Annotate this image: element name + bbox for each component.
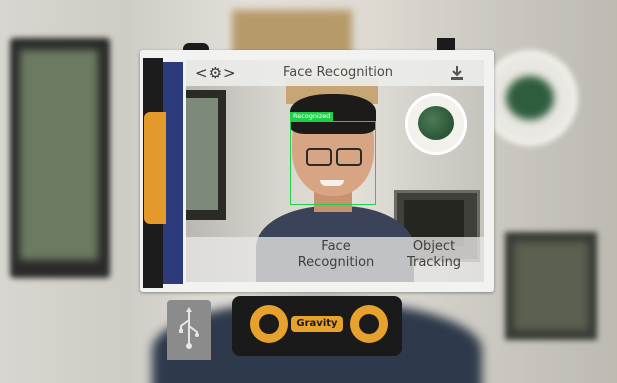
feed-plant <box>418 106 454 140</box>
title-bar: < ⚙ > Face Recognition <box>186 60 484 86</box>
feed-picture <box>186 98 218 210</box>
mode-label-line: Recognition <box>297 255 375 270</box>
background-chalkboard <box>514 242 588 330</box>
usb-icon <box>179 307 199 349</box>
device-side-panel <box>163 62 183 284</box>
mode-face-recognition[interactable]: Face Recognition <box>290 239 382 271</box>
mode-bar: Face Recognition Object Tracking <box>186 237 484 282</box>
background-picture <box>20 50 98 260</box>
mode-label-line: Tracking <box>406 255 462 270</box>
page-title: Face Recognition <box>282 65 394 80</box>
face-detection-box <box>290 121 376 205</box>
mounting-knob <box>350 305 388 343</box>
mounting-knob <box>250 305 288 343</box>
device-orange-tab <box>144 112 166 224</box>
brand-badge: Gravity <box>291 316 343 332</box>
background-plant <box>506 76 554 120</box>
nav-controls: < ⚙ > <box>195 63 236 83</box>
mode-object-tracking[interactable]: Object Tracking <box>390 239 478 271</box>
device-screen: Recognized < ⚙ > Face Recognition Face R… <box>186 60 484 282</box>
usb-port <box>167 300 211 360</box>
download-icon[interactable] <box>448 64 466 82</box>
gear-icon[interactable]: ⚙ <box>209 63 222 83</box>
face-detection-label: Recognized <box>290 112 334 121</box>
mode-label-line: Object <box>412 239 456 254</box>
chevron-left-icon[interactable]: < <box>195 63 208 83</box>
mode-label-line: Face <box>321 239 351 254</box>
chevron-right-icon[interactable]: > <box>223 63 236 83</box>
